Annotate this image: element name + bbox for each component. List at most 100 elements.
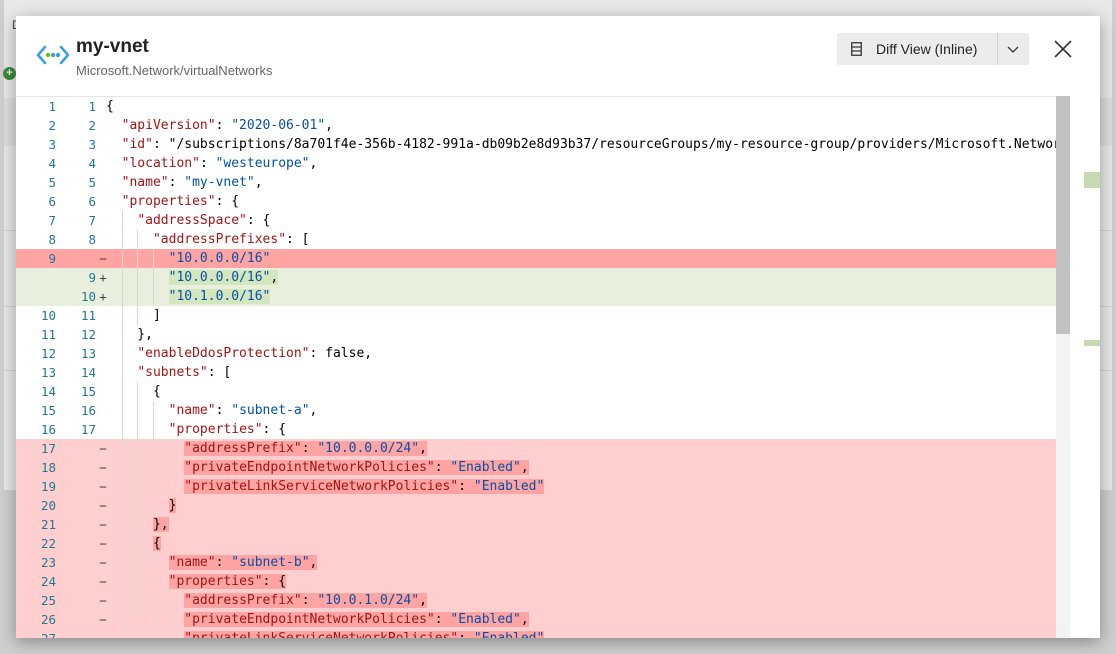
code-text: ] xyxy=(106,308,161,323)
modified-line-number: 11 xyxy=(80,308,96,323)
chevron-down-icon[interactable] xyxy=(1007,43,1019,55)
modified-line-number xyxy=(56,439,96,458)
code-text: "id": "/subscriptions/8a701f4e-356b-4182… xyxy=(121,137,1069,152)
modified-line-number: 13 xyxy=(80,346,96,361)
minimap-added-marker xyxy=(1084,340,1100,346)
original-line-number xyxy=(16,287,56,306)
indent-guide xyxy=(121,268,123,287)
indent-guide xyxy=(152,629,154,638)
modified-line-number xyxy=(56,572,96,591)
background-add-icon: + xyxy=(3,67,16,80)
minimap-added-marker xyxy=(1084,172,1100,188)
diff-line: 6 6 "properties": { xyxy=(16,192,1070,211)
indent-guide xyxy=(121,344,123,363)
indent-guide xyxy=(137,458,139,477)
indent-guide xyxy=(121,382,123,401)
code-text: { xyxy=(152,536,161,551)
code-text: }, xyxy=(106,327,153,342)
indent-guide xyxy=(137,401,139,420)
modified-line-number: 4 xyxy=(88,156,96,171)
diff-line: 20− } xyxy=(16,496,1070,515)
original-line-number: 26 xyxy=(40,612,56,627)
indent-guide xyxy=(152,439,154,458)
diff-line: 17− "addressPrefix": "10.0.0.0/24", xyxy=(16,439,1070,458)
diff-line: 18− "privateEndpointNetworkPolicies": "E… xyxy=(16,458,1070,477)
indent-guide xyxy=(137,268,139,287)
diff-line: 15 16 "name": "subnet-a", xyxy=(16,401,1070,420)
indent-guide xyxy=(137,306,139,325)
diff-line: 3 3 "id": "/subscriptions/8a701f4e-356b-4… xyxy=(16,135,1070,154)
original-line-number: 8 xyxy=(48,232,56,247)
indent-guide xyxy=(152,610,154,629)
modified-line-number: 16 xyxy=(80,403,96,418)
indent-guide xyxy=(152,553,154,572)
indent-guide xyxy=(121,629,123,638)
code-text: "addressPrefix": "10.0.1.0/24", xyxy=(184,593,427,608)
indent-guide xyxy=(121,230,123,249)
indent-guide xyxy=(137,610,139,629)
modified-line-number: 14 xyxy=(80,365,96,380)
virtual-network-icon xyxy=(36,45,70,65)
original-line-number: 11 xyxy=(40,327,56,342)
indent-guide xyxy=(137,629,139,638)
diff-line: 1 1 { xyxy=(16,97,1070,116)
indent-guide xyxy=(137,591,139,610)
code-text: "properties": { xyxy=(121,194,240,209)
original-line-number: 24 xyxy=(40,574,56,589)
modified-line-number xyxy=(56,496,96,515)
indent-guide xyxy=(152,401,154,420)
code-text: "privateLinkServiceNetworkPolicies": "En… xyxy=(106,629,545,638)
diff-line: 24− "properties": { xyxy=(16,572,1070,591)
code-text: "subnets": [ xyxy=(137,365,232,380)
original-line-number: 16 xyxy=(40,422,56,437)
indent-guide xyxy=(121,401,123,420)
close-icon[interactable] xyxy=(1052,38,1074,60)
diff-line: 5 5 "name": "my-vnet", xyxy=(16,173,1070,192)
code-text: "addressPrefix": "10.0.0.0/24", xyxy=(184,441,427,456)
diff-line: 4 4 "location": "westeurope", xyxy=(16,154,1070,173)
indent-guide xyxy=(121,420,123,439)
diff-editor[interactable]: 1 1{2 2 "apiVersion": "2020-06-01", 3 3 "id"… xyxy=(16,96,1100,638)
modified-line-number xyxy=(56,591,96,610)
original-line-number: 2 xyxy=(48,118,56,133)
modified-line-number: 9 xyxy=(88,270,96,285)
indent-guide xyxy=(121,477,123,496)
dialog-title: my-vnet xyxy=(76,36,149,57)
diff-view-button[interactable]: Diff View (Inline) xyxy=(837,33,1029,65)
indent-guide xyxy=(137,249,139,268)
diff-line: 2 2 "apiVersion": "2020-06-01", xyxy=(16,116,1070,135)
original-line-number: 12 xyxy=(40,346,56,361)
diff-view-icon xyxy=(851,42,862,56)
resource-type: Microsoft.Network/virtualNetworks xyxy=(76,63,273,78)
code-text: "addressSpace": { xyxy=(137,213,271,228)
modified-line-number: 7 xyxy=(88,213,96,228)
original-line-number: 13 xyxy=(40,365,56,380)
diff-line: 27− "privateLinkServiceNetworkPolicies":… xyxy=(16,629,1070,638)
modified-line-number xyxy=(56,610,96,629)
original-line-number: 18 xyxy=(40,460,56,475)
code-text: "location": "westeurope", xyxy=(121,156,318,171)
code-text: "privateLinkServiceNetworkPolicies": "En… xyxy=(184,479,545,494)
indent-guide xyxy=(152,572,154,591)
minimap[interactable] xyxy=(1070,96,1100,638)
diff-line: 13 14 "subnets": [ xyxy=(16,363,1070,382)
indent-guide xyxy=(121,211,123,230)
indent-guide xyxy=(121,572,123,591)
indent-guide xyxy=(121,363,123,382)
indent-guide xyxy=(137,496,139,515)
indent-guide xyxy=(168,591,170,610)
indent-guide xyxy=(152,458,154,477)
indent-guide xyxy=(152,268,154,287)
code-text: { xyxy=(106,99,114,114)
scrollbar-thumb[interactable] xyxy=(1056,96,1070,334)
code-text: "apiVersion": "2020-06-01", xyxy=(121,118,333,133)
indent-guide xyxy=(121,458,123,477)
indent-guide xyxy=(121,515,123,534)
diff-line: 22− { xyxy=(16,534,1070,553)
indent-guide xyxy=(121,325,123,344)
modified-line-number: 2 xyxy=(88,118,96,133)
indent-guide xyxy=(152,591,154,610)
button-divider xyxy=(997,33,998,65)
original-line-number: 27 xyxy=(16,629,56,638)
modified-line-number xyxy=(56,477,96,496)
